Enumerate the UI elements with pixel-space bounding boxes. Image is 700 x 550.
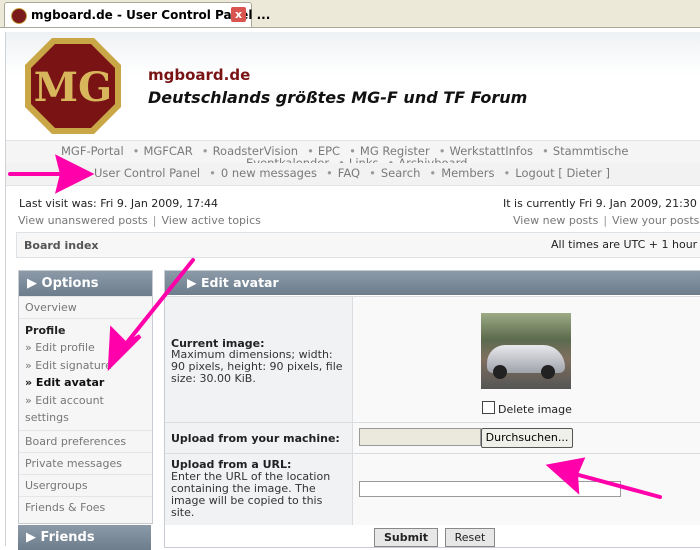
panel-title: Edit avatar [200, 275, 279, 290]
breadcrumb: Board index All times are UTC + 1 hour [16, 232, 700, 258]
submit-button[interactable]: Submit [374, 528, 438, 547]
triangle-right-icon: ▶ [27, 276, 42, 291]
browser-tabbar: mgboard.de - User Control Panel ... x [0, 0, 700, 28]
wheel-shape [541, 365, 555, 379]
bullet-icon: • [542, 144, 549, 158]
user-nav-link-4[interactable]: Members [441, 166, 494, 180]
upload-url-label-cell: Upload from a URL: Enter the URL of the … [165, 454, 353, 525]
url-input[interactable] [359, 481, 621, 497]
sidebar-item-edit-profile[interactable]: » Edit profile [25, 339, 146, 357]
sidebar-item-edit-signature[interactable]: » Edit signature [25, 357, 146, 375]
quick-links-right: View new posts | View your posts [513, 214, 700, 227]
friends-header: ▶ Friends [18, 525, 151, 550]
sidebar-item-board-preferences[interactable]: Board preferences [19, 429, 152, 452]
current-image-label-cell: Current image: Maximum dimensions; width… [165, 297, 353, 422]
view-unanswered-link[interactable]: View unanswered posts [18, 214, 148, 227]
options-title: Options [41, 276, 99, 291]
upload-machine-row: Upload from your machine: Durchsuchen... [165, 422, 700, 453]
user-nav: User Control Panel • 0 new messages • FAQ • Se… [6, 163, 700, 186]
bullet-icon: • [209, 166, 216, 180]
user-nav-link-5[interactable]: Logout [ Dieter ] [515, 166, 610, 180]
upload-url-row: Upload from a URL: Enter the URL of the … [165, 453, 700, 525]
sidebar-item-overview[interactable]: Overview [19, 296, 152, 318]
upload-machine-label-cell: Upload from your machine: [165, 423, 353, 453]
view-your-posts-link[interactable]: View your posts [612, 214, 699, 227]
reset-button[interactable]: Reset [445, 528, 495, 547]
bullet-icon: • [132, 144, 140, 158]
timezone-text: All times are UTC + 1 hour [551, 238, 698, 251]
board-index-link[interactable]: Board index [24, 239, 99, 252]
user-nav-line: User Control Panel • 0 new messages • FAQ • Se… [94, 166, 614, 180]
upload-machine-cell: Durchsuchen... [353, 423, 700, 453]
current-image-cell: Delete image [353, 297, 700, 422]
user-nav-link-0[interactable]: User Control Panel [94, 166, 200, 180]
close-tab-icon[interactable]: x [231, 7, 246, 22]
bullet-icon: • [369, 166, 376, 180]
mg-logo-icon[interactable]: MG [22, 35, 124, 137]
portal-link-0[interactable]: MGF-Portal [61, 144, 124, 158]
sidebar-item-private-messages[interactable]: Private messages [19, 451, 152, 474]
triangle-right-icon: ▶ [26, 530, 41, 545]
user-nav-link-1[interactable]: 0 new messages [221, 166, 317, 180]
wheel-shape [493, 365, 507, 379]
edit-avatar-panel: ▶ Edit avatar Current image: Maximum dim… [164, 270, 700, 548]
mg-favicon-icon [11, 8, 27, 24]
panel-header: ▶ Edit avatar [165, 271, 700, 295]
friends-title: Friends [40, 530, 95, 545]
site-title[interactable]: mgboard.de [148, 66, 250, 84]
current-image-row: Current image: Maximum dimensions; width… [165, 296, 700, 422]
current-image-explain: Maximum dimensions; width: 90 pixels, he… [171, 348, 343, 385]
forum-page: MG mgboard.de Deutschlands größtes MG-F … [5, 32, 700, 550]
upload-url-explain: Enter the URL of the location containing… [171, 470, 331, 519]
ucp-sidebar: ▶ Options Overview Profile » Edit profil… [18, 270, 153, 524]
triangle-right-icon: ▶ [187, 275, 201, 290]
sidebar-group-profile: Profile » Edit profile » Edit signature … [19, 318, 152, 430]
logo-text: MG [34, 64, 112, 111]
view-active-link[interactable]: View active topics [161, 214, 260, 227]
avatar-image [481, 313, 571, 389]
upload-url-cell [353, 454, 700, 525]
current-time-text: It is currently Fri 9. Jan 2009, 21:30 [503, 197, 697, 210]
site-description: Deutschlands größtes MG-F und TF Forum [148, 88, 528, 107]
bullet-icon: • [326, 166, 333, 180]
sidebar-item-edit-account[interactable]: » Edit account settings [25, 392, 146, 427]
profile-title[interactable]: Profile [25, 322, 146, 339]
sidebar-item-edit-avatar[interactable]: » Edit avatar [25, 374, 146, 392]
bullet-icon: • [429, 166, 437, 180]
browse-button[interactable]: Durchsuchen... [481, 428, 573, 448]
site-header: MG mgboard.de Deutschlands größtes MG-F … [6, 32, 700, 140]
delete-image-label[interactable]: Delete image [498, 403, 572, 416]
sidebar-item-friends-foes[interactable]: Friends & Foes [19, 495, 152, 518]
last-visit-text: Last visit was: Fri 9. Jan 2009, 17:44 [19, 197, 218, 210]
portal-link-6[interactable]: Stammtische [553, 144, 629, 158]
portal-link-1[interactable]: MGFCAR [143, 144, 192, 158]
browser-tab[interactable]: mgboard.de - User Control Panel ... x [4, 2, 270, 27]
upload-machine-label: Upload from your machine: [171, 432, 340, 445]
file-path-input[interactable] [359, 428, 481, 446]
quick-links-left: View unanswered posts | View active topics [18, 214, 261, 227]
sidebar-item-usergroups[interactable]: Usergroups [19, 473, 152, 496]
bullet-icon: • [503, 166, 511, 180]
user-nav-link-3[interactable]: Search [381, 166, 421, 180]
delete-image-checkbox[interactable] [482, 401, 495, 414]
view-new-posts-link[interactable]: View new posts [513, 214, 598, 227]
portal-nav: MGF-Portal • MGFCAR • RoadsterVision • EPC • MG … [6, 140, 700, 164]
user-nav-link-2[interactable]: FAQ [338, 166, 360, 180]
options-header: ▶ Options [19, 271, 152, 296]
bullet-icon: • [201, 144, 209, 158]
